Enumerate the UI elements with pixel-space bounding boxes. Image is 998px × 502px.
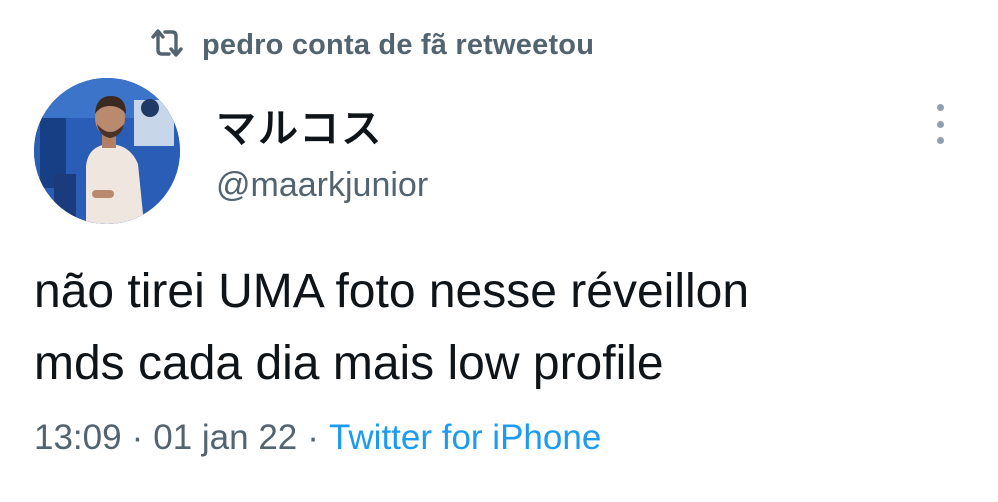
tweet-text: não tirei UMA foto nesse réveillon mds c… bbox=[34, 256, 964, 400]
tweet-time[interactable]: 13:09 bbox=[34, 418, 122, 458]
retweet-indicator: pedro conta de fã retweetou bbox=[148, 26, 594, 65]
tweet-text-line: mds cada dia mais low profile bbox=[34, 337, 664, 390]
avatar[interactable] bbox=[34, 78, 180, 224]
tweet-date[interactable]: 01 jan 22 bbox=[153, 418, 297, 458]
meta-separator: · bbox=[307, 418, 319, 457]
author-display-name[interactable]: マルコス bbox=[216, 96, 383, 154]
retweet-icon bbox=[148, 26, 186, 65]
retweet-text[interactable]: pedro conta de fã retweetou bbox=[202, 29, 594, 62]
more-options-icon[interactable] bbox=[928, 104, 952, 144]
tweet-source-link[interactable]: Twitter for iPhone bbox=[329, 418, 601, 458]
author-handle[interactable]: @maarkjunior bbox=[216, 166, 428, 205]
meta-separator: · bbox=[131, 418, 144, 457]
tweet-meta: 13:09 · 01 jan 22 · Twitter for iPhone bbox=[34, 418, 601, 458]
tweet-text-line: não tirei UMA foto nesse réveillon bbox=[34, 265, 750, 318]
